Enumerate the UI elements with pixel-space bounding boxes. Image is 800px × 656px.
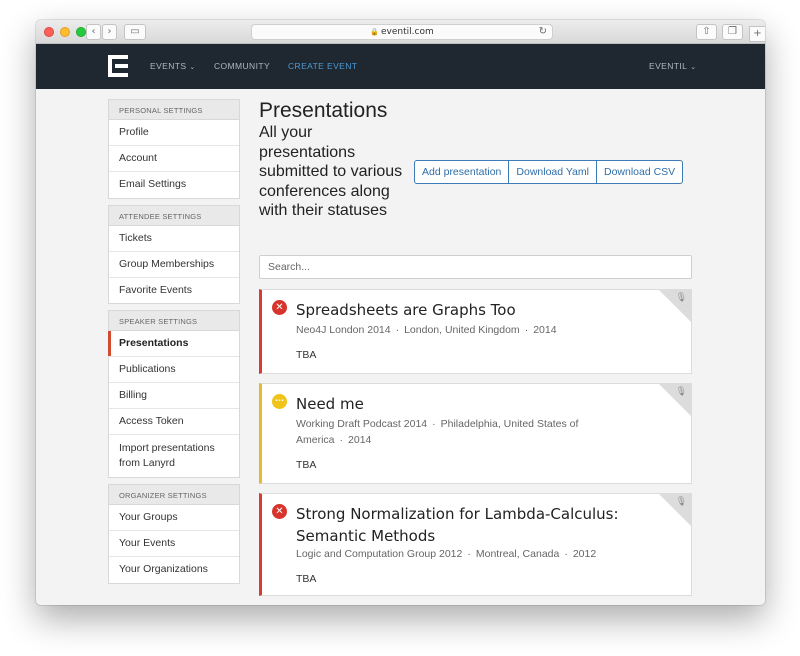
settings-sidebar: PERSONAL SETTINGS Profile Account Email … (108, 99, 240, 590)
sidebar-item-your-events[interactable]: Your Events (109, 531, 239, 557)
tabs-button[interactable]: ❐ (722, 24, 743, 40)
event-year: 2014 (533, 324, 557, 336)
presentation-time: TBA (296, 349, 317, 361)
lock-icon: 🔒 (370, 28, 379, 36)
site-navbar: EVENTS ⌄ COMMUNITY CREATE EVENT EVENTIL ⌄ (36, 44, 765, 89)
sidebar-item-tickets[interactable]: Tickets (109, 226, 239, 252)
page-body: PERSONAL SETTINGS Profile Account Email … (36, 89, 765, 605)
presentation-time: TBA (296, 459, 317, 471)
pending-status-icon: ··· (272, 394, 287, 409)
page-title: Presentations (259, 99, 388, 122)
sidebar-header: ATTENDEE SETTINGS (109, 205, 239, 226)
eventil-logo[interactable] (108, 55, 128, 77)
sidebar-item-group-memberships[interactable]: Group Memberships (109, 252, 239, 278)
sidebar-item-favorite-events[interactable]: Favorite Events (109, 278, 239, 304)
chevron-right-icon: › (107, 26, 112, 37)
event-location: London, United Kingdom (404, 324, 520, 336)
event-year: 2012 (572, 548, 597, 560)
sidebar-item-your-organizations[interactable]: Your Organizations (109, 557, 239, 583)
event-location: Montreal, Canada (475, 548, 560, 560)
nav-events[interactable]: EVENTS ⌄ (150, 61, 196, 71)
share-button[interactable]: ⇧ (696, 24, 717, 40)
rejected-status-icon: ✕ (272, 504, 287, 519)
close-window-button[interactable] (44, 27, 54, 37)
sidebar-header: PERSONAL SETTINGS (109, 100, 239, 120)
presentation-card[interactable]: 🎙 ✕ Spreadsheets are Graphs Too Neo4J Lo… (259, 289, 692, 374)
event-name[interactable]: Logic and Computation Group 2012 (296, 548, 462, 560)
presentation-meta: Working Draft Podcast 2014 · Philadelphia,… (296, 418, 579, 446)
sidebar-item-publications[interactable]: Publications (109, 357, 239, 383)
presentation-title[interactable]: Strong Normalization for Lambda-Calculus… (296, 503, 641, 547)
reload-icon[interactable]: ↻ (539, 25, 547, 39)
sidebar-item-access-token[interactable]: Access Token (109, 409, 239, 435)
back-button[interactable]: ‹ (86, 24, 101, 40)
nav-create-event[interactable]: CREATE EVENT (288, 61, 357, 71)
download-csv-button[interactable]: Download CSV (597, 161, 682, 183)
sidebar-group-organizer: ORGANIZER SETTINGS Your Groups Your Even… (108, 484, 240, 584)
sidebar-item-presentations[interactable]: Presentations (108, 331, 239, 357)
presentation-title[interactable]: Need me (296, 393, 656, 415)
event-name[interactable]: Neo4J London 2014 (296, 324, 391, 336)
browser-titlebar: ‹ › ▭ 🔒 eventil.com ↻ ⇧ ❐ + (36, 20, 765, 44)
presentation-card[interactable]: 🎙 ··· Need me Working Draft Podcast 2014… (259, 383, 692, 484)
search-input[interactable]: Search... (259, 255, 692, 279)
sidebar-group-speaker: SPEAKER SETTINGS Presentations Publicati… (108, 310, 240, 478)
podcast-icon: 🎙 (675, 497, 687, 507)
plus-icon: + (753, 28, 762, 39)
event-name[interactable]: Working Draft Podcast 2014 (296, 418, 427, 430)
sidebar-item-your-groups[interactable]: Your Groups (109, 505, 239, 531)
add-presentation-button[interactable]: Add presentation (415, 161, 510, 183)
presentation-card[interactable]: 🎙 ✕ Strong Normalization for Lambda-Calc… (259, 493, 692, 596)
nav-user-menu[interactable]: EVENTIL ⌄ (649, 61, 697, 71)
presentation-time: TBA (296, 573, 317, 585)
presentation-meta: Logic and Computation Group 2012 · Montrea… (296, 548, 597, 560)
download-yaml-button[interactable]: Download Yaml (509, 161, 597, 183)
presentation-title[interactable]: Spreadsheets are Graphs Too (296, 299, 656, 321)
tabs-icon: ❐ (728, 26, 737, 37)
presentation-meta: Neo4J London 2014 · London, United Kingdom… (296, 324, 557, 336)
sidebar-item-import-lanyrd[interactable]: Import presentations from Lanyrd (109, 435, 239, 477)
zoom-window-button[interactable] (76, 27, 86, 37)
sidebar-item-account[interactable]: Account (109, 146, 239, 172)
sidebar-group-attendee: ATTENDEE SETTINGS Tickets Group Membersh… (108, 204, 240, 304)
forward-button[interactable]: › (102, 24, 117, 40)
nav-community[interactable]: COMMUNITY (214, 61, 270, 71)
chevron-left-icon: ‹ (91, 26, 96, 37)
sidebar-item-email-settings[interactable]: Email Settings (109, 172, 239, 198)
event-year: 2014 (348, 433, 372, 446)
sidebar-icon: ▭ (130, 26, 140, 37)
chevron-down-icon: ⌄ (690, 64, 697, 71)
sidebar-item-profile[interactable]: Profile (109, 120, 239, 146)
sidebar-header: ORGANIZER SETTINGS (109, 485, 239, 505)
rejected-status-icon: ✕ (272, 300, 287, 315)
chevron-down-icon: ⌄ (189, 64, 196, 71)
address-bar[interactable]: 🔒 eventil.com ↻ (251, 24, 553, 40)
page-subtitle: All your presentations submitted to vari… (259, 124, 403, 219)
sidebar-toggle-button[interactable]: ▭ (124, 24, 146, 40)
sidebar-item-billing[interactable]: Billing (109, 383, 239, 409)
browser-window: ‹ › ▭ 🔒 eventil.com ↻ ⇧ ❐ + EVENTS ⌄ COMMU… (36, 20, 765, 605)
sidebar-header: SPEAKER SETTINGS (109, 311, 239, 331)
podcast-icon: 🎙 (675, 387, 687, 397)
sidebar-group-personal: PERSONAL SETTINGS Profile Account Email … (108, 99, 240, 199)
new-tab-button[interactable]: + (749, 26, 765, 42)
share-icon: ⇧ (702, 26, 711, 37)
action-button-group: Add presentation Download Yaml Download … (414, 160, 684, 184)
url-text: eventil.com (381, 27, 434, 37)
minimize-window-button[interactable] (60, 27, 70, 37)
podcast-icon: 🎙 (675, 293, 687, 303)
